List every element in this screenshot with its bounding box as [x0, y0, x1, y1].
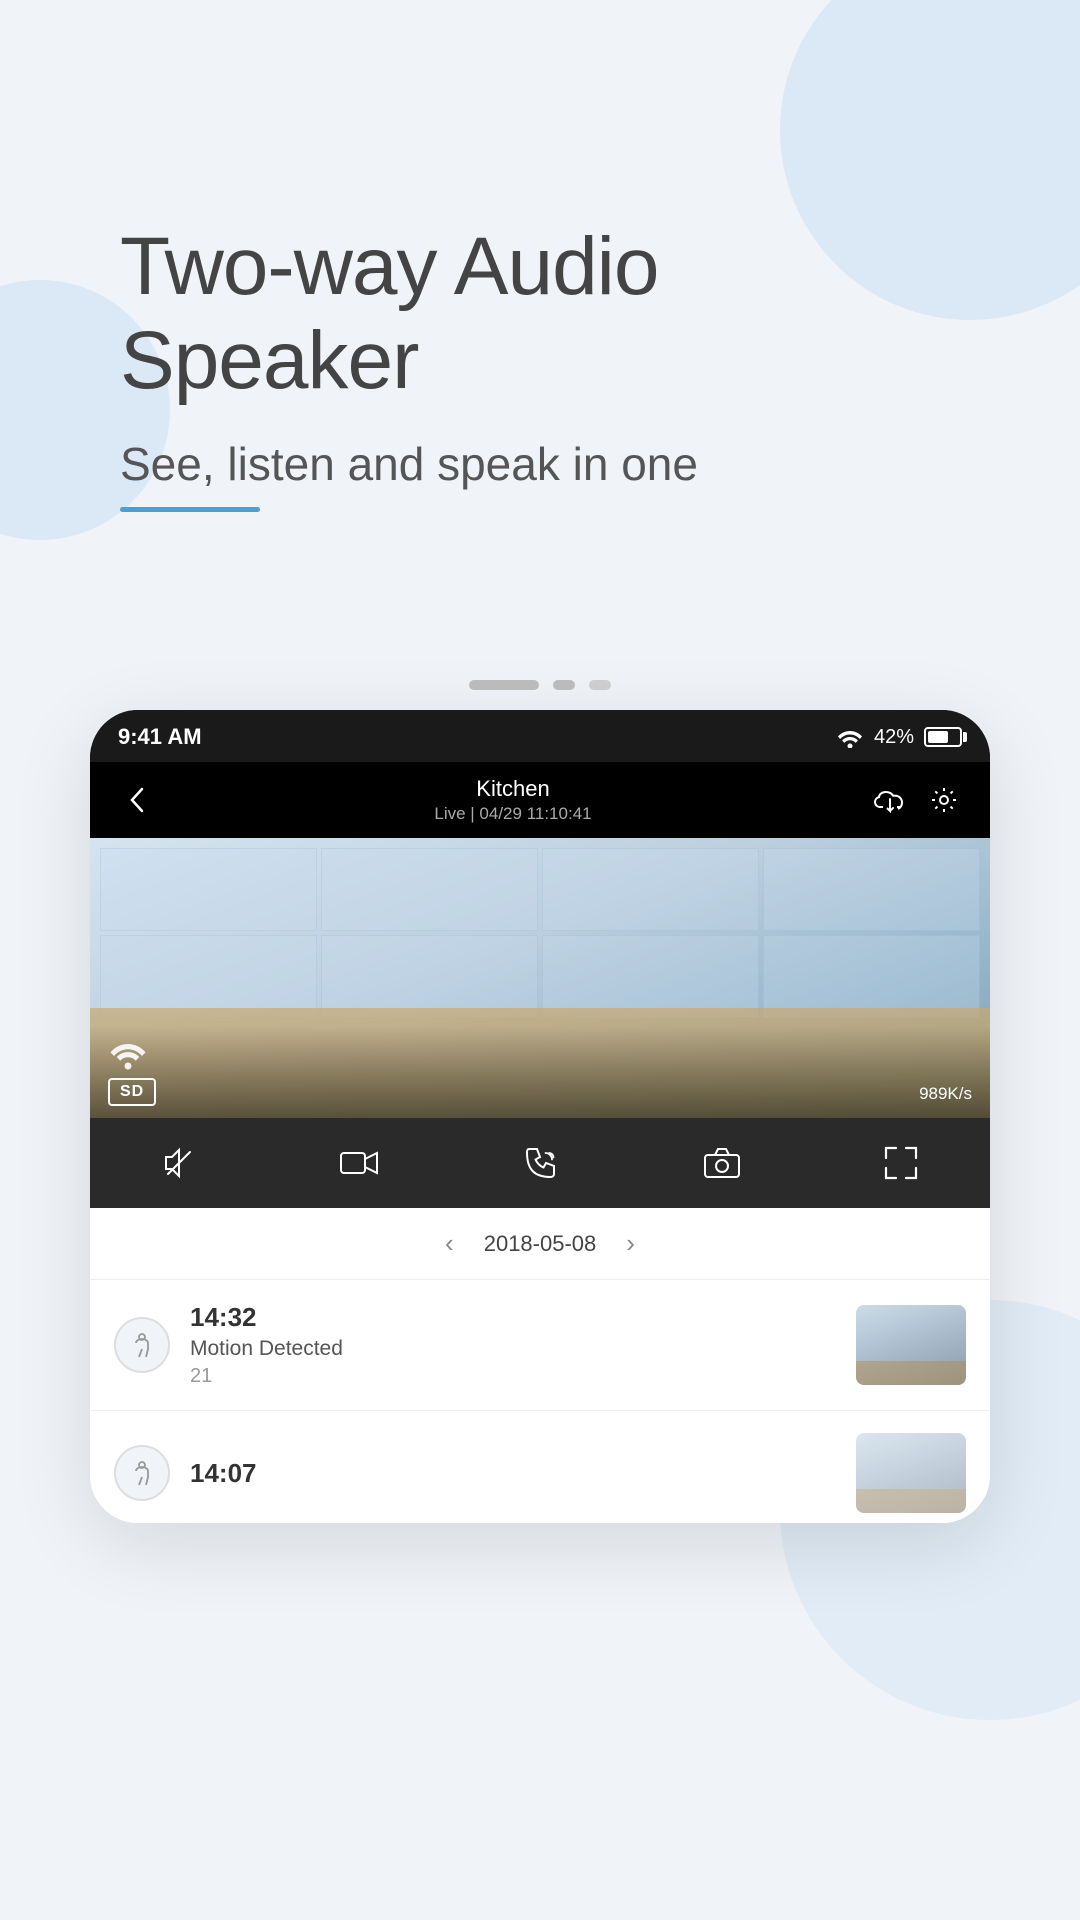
motion-icon-circle [114, 1317, 170, 1373]
person-motion-icon [128, 1331, 156, 1359]
camera-header: Kitchen Live | 04/29 11:10:41 [90, 762, 990, 838]
thumb-scene-2 [856, 1433, 966, 1513]
event-list: 14:32 Motion Detected 21 [90, 1280, 990, 1523]
window-pane-5 [100, 935, 317, 1018]
camera-status: Live | 04/29 11:10:41 [158, 804, 868, 824]
fullscreen-icon [884, 1146, 918, 1180]
thumb-scene [856, 1305, 966, 1385]
window-pane-4 [763, 848, 980, 931]
event-info: 14:32 Motion Detected 21 [190, 1302, 836, 1388]
window-pane-6 [321, 935, 538, 1018]
camera-title-block: Kitchen Live | 04/29 11:10:41 [158, 776, 868, 824]
window-pane-8 [763, 935, 980, 1018]
pagination-dots [90, 680, 990, 690]
hero-section: Two-way Audio Speaker See, listen and sp… [120, 220, 1020, 512]
status-bar: 9:41 AM 42% [90, 710, 990, 762]
date-prev-button[interactable]: ‹ [445, 1228, 454, 1259]
pagination-dot-1[interactable] [469, 680, 539, 690]
phone-screen: 9:41 AM 42% [90, 710, 990, 1208]
event-time: 14:32 [190, 1302, 836, 1333]
window-pane-3 [542, 848, 759, 931]
hero-subtitle: See, listen and speak in one [120, 437, 1020, 491]
event-thumbnail[interactable] [856, 1305, 966, 1385]
settings-button[interactable] [922, 778, 966, 822]
fullscreen-button[interactable] [884, 1146, 918, 1180]
motion-icon-circle-2 [114, 1445, 170, 1501]
control-bar [90, 1118, 990, 1208]
audio-button[interactable] [523, 1145, 559, 1181]
window-pane-2 [321, 848, 538, 931]
window-pane-7 [542, 935, 759, 1018]
snapshot-button[interactable] [703, 1147, 741, 1179]
phone-audio-icon [523, 1145, 559, 1181]
battery-percent: 42% [874, 726, 914, 749]
mute-icon [162, 1146, 196, 1180]
phone-card: 9:41 AM 42% [90, 710, 990, 1523]
phone-mockup-wrapper: 9:41 AM 42% [90, 680, 990, 1920]
cloud-button[interactable] [868, 778, 912, 822]
event-time-partial: 14:07 [190, 1458, 836, 1489]
bitrate-text: 989K/s [919, 1084, 972, 1104]
live-view: SD 989K/s [90, 838, 990, 1118]
date-next-button[interactable]: › [626, 1228, 635, 1259]
cloud-upload-icon [873, 787, 907, 813]
person-motion-icon-2 [128, 1459, 156, 1487]
event-thumbnail-2[interactable] [856, 1433, 966, 1513]
hero-underline [120, 507, 260, 512]
event-info-partial: 14:07 [190, 1458, 836, 1489]
live-overlay: SD 989K/s [90, 1026, 990, 1118]
date-display: 2018-05-08 [484, 1231, 597, 1257]
timeline-section: ‹ 2018-05-08 › 14:32 Motion De [90, 1208, 990, 1523]
back-button[interactable] [114, 778, 158, 822]
event-count: 21 [190, 1365, 836, 1388]
gear-icon [929, 785, 959, 815]
hero-title: Two-way Audio Speaker [120, 220, 1020, 409]
pagination-dot-3[interactable] [589, 680, 611, 690]
status-time: 9:41 AM [118, 724, 202, 750]
date-navigation: ‹ 2018-05-08 › [90, 1208, 990, 1280]
event-type: Motion Detected [190, 1337, 836, 1361]
status-right: 42% [836, 726, 962, 749]
event-item-partial[interactable]: 14:07 [90, 1411, 990, 1523]
camera-name: Kitchen [158, 776, 868, 802]
camera-icon [703, 1147, 741, 1179]
window-pane-1 [100, 848, 317, 931]
sd-badge: SD [108, 1078, 156, 1106]
live-wifi-icon [108, 1038, 148, 1070]
room-window [100, 848, 980, 1018]
record-button[interactable] [339, 1149, 379, 1177]
thumb-floor-2 [856, 1489, 966, 1513]
battery-icon [924, 727, 962, 747]
event-item[interactable]: 14:32 Motion Detected 21 [90, 1280, 990, 1411]
mute-button[interactable] [162, 1146, 196, 1180]
video-icon [339, 1149, 379, 1177]
pagination-dot-2[interactable] [553, 680, 575, 690]
wifi-status-icon [836, 726, 864, 748]
battery-fill [928, 731, 948, 743]
thumb-floor [856, 1361, 966, 1385]
